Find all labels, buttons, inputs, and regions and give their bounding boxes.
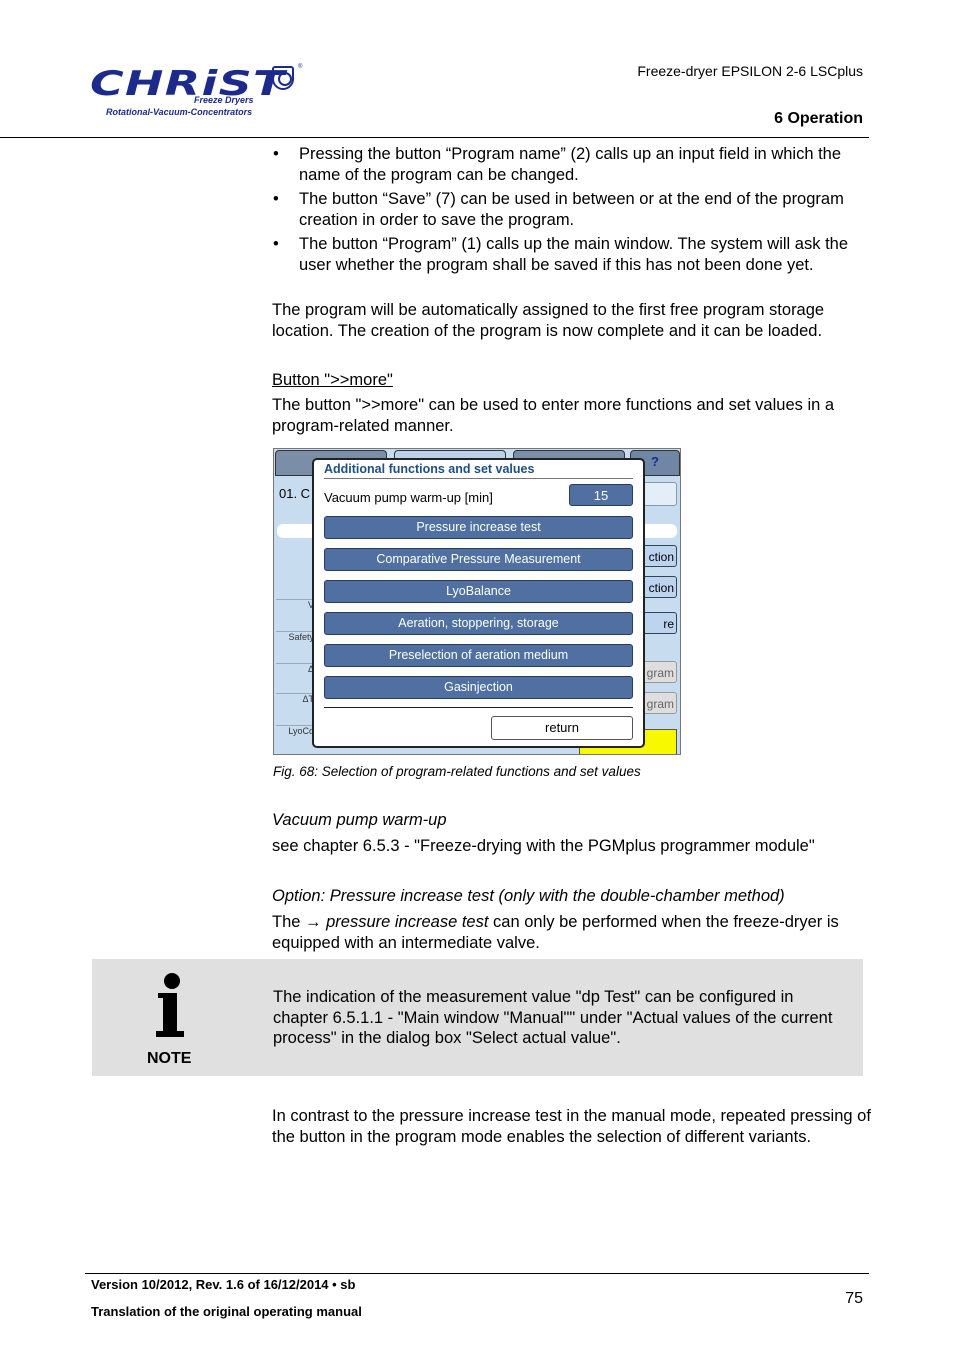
- note-text: The indication of the measurement value …: [273, 988, 833, 1047]
- row-label: V: [276, 599, 314, 630]
- preselection-aeration-medium-button[interactable]: Preselection of aeration medium: [324, 644, 633, 667]
- bullet-item: The button “Program” (1) calls up the ma…: [272, 234, 872, 275]
- section-title: 6 Operation: [774, 110, 863, 127]
- program-number: 01. C: [279, 486, 311, 501]
- footer-translation: Translation of the original operating ma…: [91, 1304, 362, 1319]
- footer-divider: [85, 1273, 869, 1274]
- note-label: NOTE: [147, 1050, 192, 1067]
- additional-functions-dialog: Additional functions and set values Vacu…: [312, 458, 645, 748]
- info-icon: [154, 973, 188, 1043]
- bullet-item: The button “Save” (7) can be used in bet…: [272, 189, 872, 230]
- page-number: 75: [845, 1290, 863, 1307]
- note-box: NOTE The indication of the measurement v…: [92, 959, 863, 1076]
- return-button[interactable]: return: [491, 716, 633, 740]
- registered-mark: ®: [298, 64, 303, 70]
- row-label: Safety: [276, 631, 314, 662]
- figure-caption: Fig. 68: Selection of program-related fu…: [273, 764, 641, 779]
- option-text-prefix: The: [272, 913, 306, 931]
- dialog-title-divider: [324, 478, 633, 479]
- device-screenshot: ? 01. C V Safety Δ ΔT LyoCo ction ction …: [273, 448, 681, 755]
- comparative-pressure-measurement-button[interactable]: Comparative Pressure Measurement: [324, 548, 633, 571]
- dialog-title: Additional functions and set values: [324, 462, 535, 476]
- row-label: ΔT: [276, 693, 314, 724]
- christ-emblem-icon: [272, 66, 294, 90]
- footer-version: Version 10/2012, Rev. 1.6 of 16/12/2014 …: [91, 1277, 356, 1292]
- option-heading: Option: Pressure increase test (only wit…: [272, 887, 785, 905]
- more-button-heading: Button ">>more": [272, 371, 393, 389]
- vacuum-warmup-input[interactable]: 15: [569, 484, 633, 506]
- lyobalance-button[interactable]: LyoBalance: [324, 580, 633, 603]
- contrast-paragraph: In contrast to the pressure increase tes…: [272, 1107, 871, 1146]
- product-name: Freeze-dryer EPSILON 2-6 LSCplus: [637, 63, 863, 79]
- pressure-increase-test-button[interactable]: Pressure increase test: [324, 516, 633, 539]
- aeration-stoppering-storage-button[interactable]: Aeration, stoppering, storage: [324, 612, 633, 635]
- logo-wordmark: CHRiST: [90, 64, 286, 104]
- warmup-heading: Vacuum pump warm-up: [272, 811, 447, 829]
- arrow-icon: →: [305, 913, 322, 931]
- header-divider: [0, 137, 869, 138]
- ramp-chart-icon[interactable]: [641, 482, 677, 506]
- gasinjection-button[interactable]: Gasinjection: [324, 676, 633, 699]
- christ-logo: CHRiST ® Freeze Dryers Rotational-Vacuum…: [90, 60, 310, 120]
- auto-assign-paragraph: The program will be automatically assign…: [272, 301, 825, 340]
- bullet-list: Pressing the button “Program name” (2) c…: [272, 144, 872, 279]
- row-label: LyoCo: [276, 725, 314, 754]
- warmup-reference: see chapter 6.5.3 - "Freeze-drying with …: [272, 837, 815, 855]
- logo-subtitle-freeze-dryers: Freeze Dryers: [194, 95, 254, 105]
- vacuum-warmup-label: Vacuum pump warm-up [min]: [324, 490, 493, 505]
- dialog-divider: [324, 707, 633, 708]
- option-description: The → pressure increase test can only be…: [272, 912, 872, 953]
- glossary-term: pressure increase test: [321, 913, 489, 931]
- more-button-description: The button ">>more" can be used to enter…: [272, 396, 835, 435]
- row-label: Δ: [276, 663, 314, 694]
- bullet-item: Pressing the button “Program name” (2) c…: [272, 144, 872, 185]
- logo-subtitle-rvc: Rotational-Vacuum-Concentrators: [106, 107, 253, 117]
